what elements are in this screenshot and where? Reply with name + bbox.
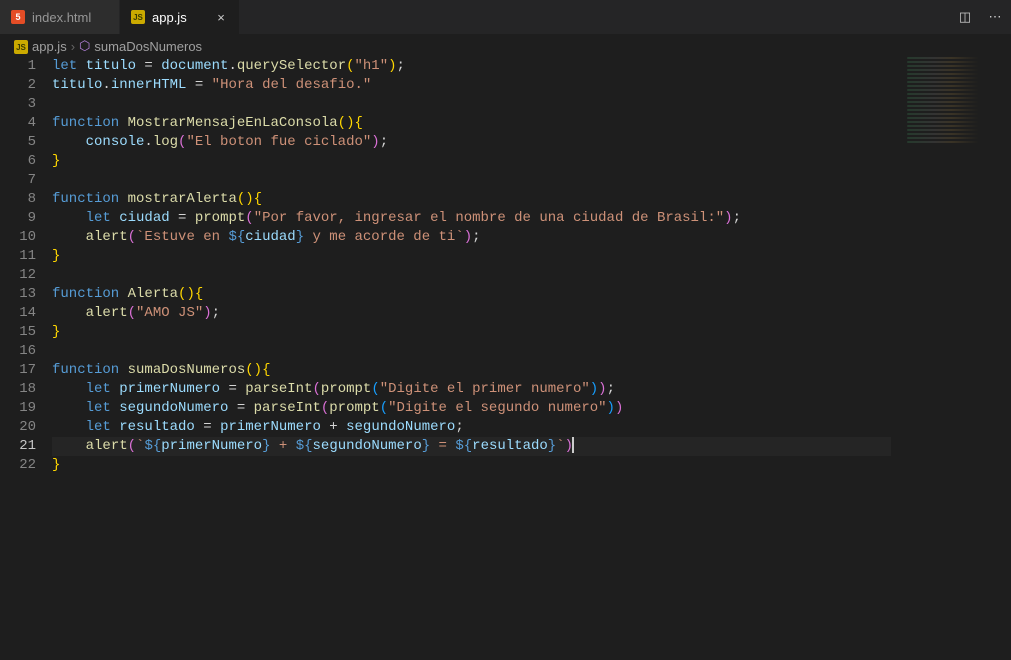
js-file-icon: JS — [14, 38, 28, 55]
code-line[interactable] — [52, 95, 891, 114]
line-number-gutter: 12345678910111213141516171819202122 — [0, 57, 52, 660]
line-number: 17 — [0, 361, 36, 380]
line-number: 3 — [0, 95, 36, 114]
line-number: 6 — [0, 152, 36, 171]
code-line[interactable]: alert(`Estuve en ${ciudad} y me acorde d… — [52, 228, 891, 247]
chevron-right-icon: › — [71, 39, 75, 54]
line-number: 22 — [0, 456, 36, 475]
minimap[interactable] — [907, 57, 997, 177]
tab-index-html[interactable]: 5 index.html — [0, 0, 120, 34]
line-number: 1 — [0, 57, 36, 76]
code-line[interactable]: function Alerta(){ — [52, 285, 891, 304]
breadcrumb-file[interactable]: app.js — [32, 39, 67, 54]
line-number: 21 — [0, 437, 36, 456]
code-line[interactable]: } — [52, 247, 891, 266]
code-line[interactable]: function MostrarMensajeEnLaConsola(){ — [52, 114, 891, 133]
line-number: 4 — [0, 114, 36, 133]
code-line[interactable]: function sumaDosNumeros(){ — [52, 361, 891, 380]
code-line[interactable]: let primerNumero = parseInt(prompt("Digi… — [52, 380, 891, 399]
line-number: 19 — [0, 399, 36, 418]
code-editor[interactable]: 12345678910111213141516171819202122 let … — [0, 57, 1011, 660]
code-line[interactable] — [52, 342, 891, 361]
line-number: 5 — [0, 133, 36, 152]
line-number: 18 — [0, 380, 36, 399]
line-number: 15 — [0, 323, 36, 342]
close-icon[interactable]: × — [213, 10, 229, 25]
split-editor-icon[interactable]: ◫ — [955, 9, 975, 25]
code-line[interactable]: } — [52, 152, 891, 171]
line-number: 12 — [0, 266, 36, 285]
line-number: 10 — [0, 228, 36, 247]
tab-label: app.js — [152, 10, 213, 25]
code-line[interactable]: let resultado = primerNumero + segundoNu… — [52, 418, 891, 437]
code-line[interactable]: alert(`${primerNumero} + ${segundoNumero… — [52, 437, 891, 456]
line-number: 9 — [0, 209, 36, 228]
line-number: 20 — [0, 418, 36, 437]
code-line[interactable] — [52, 171, 891, 190]
tab-app-js[interactable]: JS app.js × — [120, 0, 240, 34]
tab-bar: 5 index.html JS app.js × ◫ ⋯ — [0, 0, 1011, 35]
code-line[interactable]: let ciudad = prompt("Por favor, ingresar… — [52, 209, 891, 228]
code-line[interactable]: } — [52, 456, 891, 475]
html-file-icon: 5 — [10, 9, 26, 25]
line-number: 14 — [0, 304, 36, 323]
code-line[interactable] — [52, 266, 891, 285]
tab-actions: ◫ ⋯ — [955, 0, 1011, 34]
line-number: 16 — [0, 342, 36, 361]
code-line[interactable]: console.log("El boton fue ciclado"); — [52, 133, 891, 152]
code-line[interactable]: titulo.innerHTML = "Hora del desafio." — [52, 76, 891, 95]
more-actions-icon[interactable]: ⋯ — [985, 9, 1005, 25]
js-file-icon: JS — [130, 9, 146, 25]
line-number: 2 — [0, 76, 36, 95]
code-line[interactable]: alert("AMO JS"); — [52, 304, 891, 323]
code-line[interactable]: function mostrarAlerta(){ — [52, 190, 891, 209]
line-number: 11 — [0, 247, 36, 266]
code-line[interactable]: let titulo = document.querySelector("h1"… — [52, 57, 891, 76]
code-line[interactable]: let segundoNumero = parseInt(prompt("Dig… — [52, 399, 891, 418]
breadcrumb-symbol[interactable]: sumaDosNumeros — [94, 39, 202, 54]
symbol-method-icon: ⬡ — [79, 38, 90, 54]
line-number: 13 — [0, 285, 36, 304]
breadcrumb[interactable]: JS app.js › ⬡ sumaDosNumeros — [0, 35, 1011, 57]
line-number: 8 — [0, 190, 36, 209]
code-line[interactable]: } — [52, 323, 891, 342]
tab-label: index.html — [32, 10, 109, 25]
line-number: 7 — [0, 171, 36, 190]
code-content[interactable]: let titulo = document.querySelector("h1"… — [52, 57, 1011, 660]
